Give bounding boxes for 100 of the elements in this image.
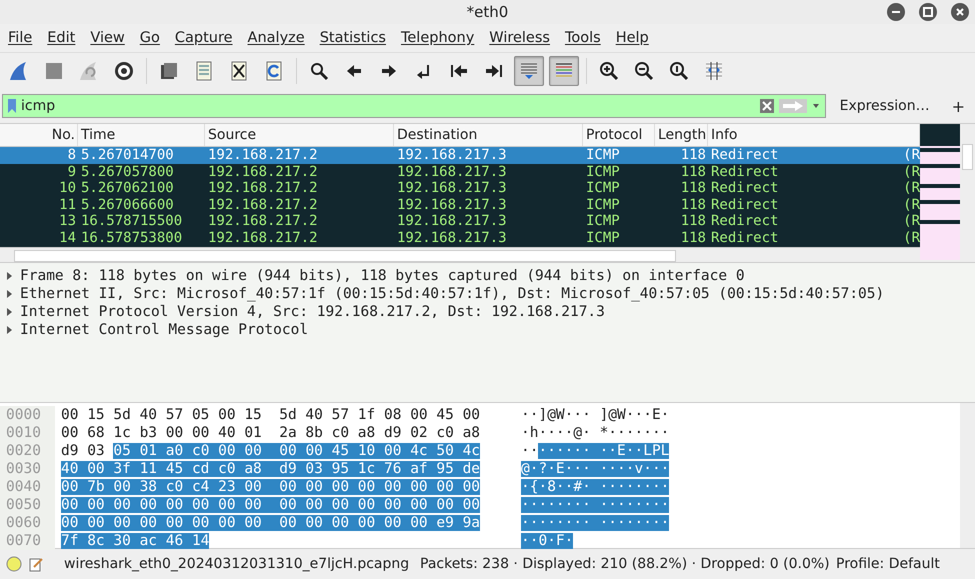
table-cell-text: ICMP bbox=[585, 147, 621, 164]
packet-row[interactable]: 11 5.267066600 192.168.217.2 192.168.217.3 ICMP 118 Redirect (R bbox=[0, 196, 920, 214]
offset-label: 0030 bbox=[0, 460, 55, 478]
table-cell-text: 192.168.217.3 bbox=[396, 164, 508, 180]
settings-icon bbox=[113, 60, 135, 82]
dropdown-caret-icon[interactable] bbox=[810, 102, 821, 110]
menu-item[interactable]: File bbox=[8, 30, 32, 46]
table-cell-text: 8 bbox=[66, 147, 77, 164]
table-cell-text: 118 bbox=[680, 213, 707, 230]
table-cell-text: Redirect bbox=[710, 213, 780, 230]
table-cell-text: 118 bbox=[680, 147, 707, 164]
packet-row[interactable]: 10 5.267062100 192.168.217.2 192.168.217.3 ICMP 118 Redirect (R bbox=[0, 180, 920, 197]
table-cell-text: 118 bbox=[680, 180, 707, 197]
menu-item[interactable]: Analyze bbox=[248, 30, 305, 46]
edit-comment-icon[interactable] bbox=[28, 556, 44, 572]
detail-row[interactable]: Frame 8: 118 bytes on wire (944 bits), 118 bytes captured (944 bits) on interface 0 bbox=[20, 268, 745, 284]
clear-icon[interactable] bbox=[758, 98, 775, 114]
menu-item[interactable]: View bbox=[90, 30, 125, 46]
packet-row[interactable]: 14 16.578753800 192.168.217.2 192.168.217.3 ICMP 118 Redirect (R bbox=[0, 230, 920, 247]
detail-row[interactable]: Ethernet II, Src: Microsof_40:57:1f (00:15:5d:40:57:1f), Dst: Microsof_40:57:05 (00:15:5d:40:57:05) bbox=[20, 286, 884, 302]
packet-row[interactable]: 13 16.578715500 192.168.217.2 192.168.217.3 ICMP 118 Redirect (R bbox=[0, 213, 920, 230]
column-header[interactable]: Protocol bbox=[583, 124, 655, 146]
menu-item[interactable]: Edit bbox=[47, 30, 76, 46]
table-cell-text: Redirect bbox=[710, 230, 780, 247]
offset-label: 0040 bbox=[0, 478, 55, 496]
table-cell-text: (R bbox=[902, 180, 920, 197]
table-cell-text: 192.168.217.2 bbox=[207, 196, 319, 214]
detail-row[interactable]: Internet Control Message Protocol bbox=[20, 322, 308, 338]
packet-row[interactable]: 9 5.267057800 192.168.217.2 192.168.217.3 ICMP 118 Redirect (R bbox=[0, 164, 920, 180]
menu-item[interactable]: Telephony bbox=[400, 30, 474, 46]
menu-item[interactable]: Wireless bbox=[489, 30, 550, 46]
ascii-text: ··]@W··· ]@W···E· bbox=[521, 407, 670, 423]
table-cell-text: ICMP bbox=[585, 230, 621, 247]
table-cell-text: 192.168.217.3 bbox=[396, 196, 508, 214]
zoom-reset-icon bbox=[668, 60, 690, 82]
highlighted-hex-bytes: 7f 8c 30 ac 46 14 bbox=[61, 533, 210, 549]
add-filter-button[interactable]: + bbox=[944, 96, 973, 116]
table-cell-text: ICMP bbox=[585, 196, 621, 214]
display-filter-field[interactable]: icmp bbox=[2, 94, 826, 118]
highlighted-ascii-text: ······ ··E··LPL bbox=[538, 443, 670, 459]
horizontal-scrollbar[interactable] bbox=[0, 247, 920, 262]
table-cell-text: 13 bbox=[58, 213, 77, 230]
minimize-icon[interactable] bbox=[887, 3, 905, 21]
table-cell-text: ICMP bbox=[585, 213, 621, 230]
search-icon bbox=[308, 60, 330, 82]
expander-icon[interactable] bbox=[5, 271, 13, 281]
vertical-scrollbar[interactable] bbox=[960, 403, 975, 548]
capture-file-name: wireshark_eth0_20240312031310_e7ljcH.pcapng bbox=[64, 556, 410, 572]
table-cell-text: 192.168.217.2 bbox=[207, 180, 319, 197]
highlighted-hex-bytes: 40 00 3f 11 45 cd c0 a8 d9 03 95 1c 76 af 95 de bbox=[61, 461, 480, 477]
highlighted-ascii-text: @·?·E··· ····v··· bbox=[521, 461, 670, 477]
column-header[interactable]: Time bbox=[78, 124, 205, 146]
close-icon[interactable] bbox=[951, 3, 969, 21]
packet-row[interactable]: 8 5.267014700 192.168.217.2 192.168.217.3 ICMP 118 Redirect (R bbox=[0, 147, 920, 164]
zoom-out-icon bbox=[633, 60, 655, 82]
table-cell-text: 16.578753800 bbox=[80, 230, 184, 247]
zoom-in-icon bbox=[598, 60, 620, 82]
offset-label: 0010 bbox=[0, 424, 55, 442]
table-cell-text: 10 bbox=[58, 180, 77, 197]
expander-icon[interactable] bbox=[5, 325, 13, 335]
menu-item[interactable]: Capture bbox=[174, 30, 233, 46]
highlighted-ascii-text: ·{·8··#· ········ bbox=[521, 479, 670, 495]
menu-item[interactable]: Go bbox=[140, 30, 160, 46]
expander-icon[interactable] bbox=[5, 289, 13, 299]
table-cell-text: 11 bbox=[58, 196, 77, 214]
ascii-text: ·h····@· *······· bbox=[521, 425, 670, 441]
column-header[interactable]: Destination bbox=[394, 124, 583, 146]
table-cell-text: 5.267057800 bbox=[80, 164, 175, 180]
table-cell-text: 118 bbox=[680, 196, 707, 214]
column-header[interactable]: Source bbox=[205, 124, 394, 146]
maximize-icon[interactable] bbox=[919, 3, 937, 21]
column-header[interactable]: Length bbox=[655, 124, 708, 146]
table-cell-text: 14 bbox=[58, 230, 77, 247]
table-cell-text: Redirect bbox=[710, 164, 780, 180]
highlighted-ascii-text: ········ ········ bbox=[521, 515, 670, 531]
profile-label[interactable]: Profile: Default bbox=[836, 556, 940, 572]
offset-label: 0000 bbox=[0, 406, 55, 424]
menu-item[interactable]: Statistics bbox=[320, 30, 386, 46]
status-indicator-icon[interactable] bbox=[6, 556, 22, 572]
table-cell-text: 192.168.217.3 bbox=[396, 230, 508, 247]
table-cell-text: 5.267062100 bbox=[80, 180, 175, 197]
table-cell-text: 192.168.217.2 bbox=[207, 230, 319, 247]
filter-value: icmp bbox=[21, 98, 56, 114]
table-cell-text: 16.578715500 bbox=[80, 213, 184, 230]
table-cell-text: (R bbox=[902, 196, 920, 214]
table-cell-text: 192.168.217.2 bbox=[207, 213, 319, 230]
menu-item[interactable]: Tools bbox=[564, 30, 601, 46]
expander-icon[interactable] bbox=[5, 307, 13, 317]
table-cell-text: 192.168.217.2 bbox=[207, 164, 319, 180]
menu-item[interactable]: Help bbox=[616, 30, 649, 46]
column-header[interactable]: No. bbox=[0, 124, 78, 146]
bookmark-icon[interactable] bbox=[7, 98, 17, 114]
highlighted-hex-bytes: 00 00 00 00 00 00 00 00 00 00 00 00 00 00 00 00 bbox=[61, 497, 480, 513]
expression-button[interactable]: Expression… bbox=[832, 98, 938, 114]
table-cell-text: ICMP bbox=[585, 180, 621, 197]
detail-row[interactable]: Internet Protocol Version 4, Src: 192.168.217.2, Dst: 192.168.217.3 bbox=[20, 304, 605, 320]
hex-bytes: d9 03 bbox=[61, 443, 106, 459]
window-title: *eth0 bbox=[466, 3, 508, 21]
table-cell-text: Redirect bbox=[710, 147, 780, 164]
table-cell-text: (R bbox=[902, 164, 920, 180]
